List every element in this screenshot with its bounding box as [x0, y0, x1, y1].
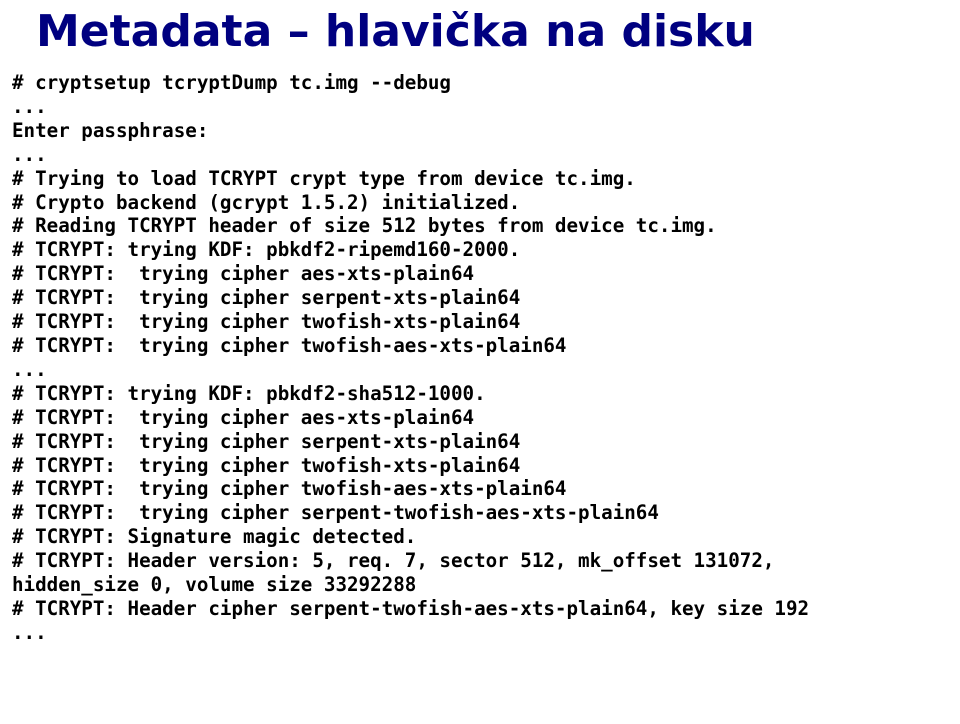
terminal-line: # TCRYPT: trying cipher twofish-aes-xts-… [12, 334, 567, 357]
terminal-line: Enter passphrase: [12, 119, 208, 142]
terminal-line: # cryptsetup tcryptDump tc.img --debug [12, 71, 451, 94]
terminal-line: ... [12, 621, 47, 644]
terminal-line: # TCRYPT: trying cipher twofish-xts-plai… [12, 454, 520, 477]
terminal-line: # Trying to load TCRYPT crypt type from … [12, 167, 636, 190]
terminal-line: # Crypto backend (gcrypt 1.5.2) initiali… [12, 191, 520, 214]
terminal-line: ... [12, 358, 47, 381]
slide-title: Metadata – hlavička na disku [36, 6, 960, 57]
terminal-line: # TCRYPT: trying cipher serpent-xts-plai… [12, 430, 520, 453]
terminal-line: hidden_size 0, volume size 33292288 [12, 573, 416, 596]
terminal-line: # TCRYPT: trying cipher serpent-twofish-… [12, 501, 659, 524]
terminal-line: ... [12, 95, 47, 118]
terminal-line: # Reading TCRYPT header of size 512 byte… [12, 214, 717, 237]
terminal-line: # TCRYPT: trying cipher serpent-xts-plai… [12, 286, 520, 309]
terminal-line: # TCRYPT: trying cipher twofish-aes-xts-… [12, 477, 567, 500]
terminal-line: # TCRYPT: Header version: 5, req. 7, sec… [12, 549, 774, 572]
terminal-line: # TCRYPT: trying cipher aes-xts-plain64 [12, 406, 474, 429]
terminal-line: ... [12, 143, 47, 166]
slide-container: Metadata – hlavička na disku # cryptsetu… [0, 6, 960, 724]
terminal-line: # TCRYPT: Signature magic detected. [12, 525, 416, 548]
terminal-line: # TCRYPT: trying KDF: pbkdf2-ripemd160-2… [12, 238, 520, 261]
terminal-line: # TCRYPT: trying cipher twofish-xts-plai… [12, 310, 520, 333]
terminal-output: # cryptsetup tcryptDump tc.img --debug .… [12, 71, 960, 645]
terminal-line: # TCRYPT: trying cipher aes-xts-plain64 [12, 262, 474, 285]
terminal-line: # TCRYPT: trying KDF: pbkdf2-sha512-1000… [12, 382, 486, 405]
terminal-line: # TCRYPT: Header cipher serpent-twofish-… [12, 597, 809, 620]
